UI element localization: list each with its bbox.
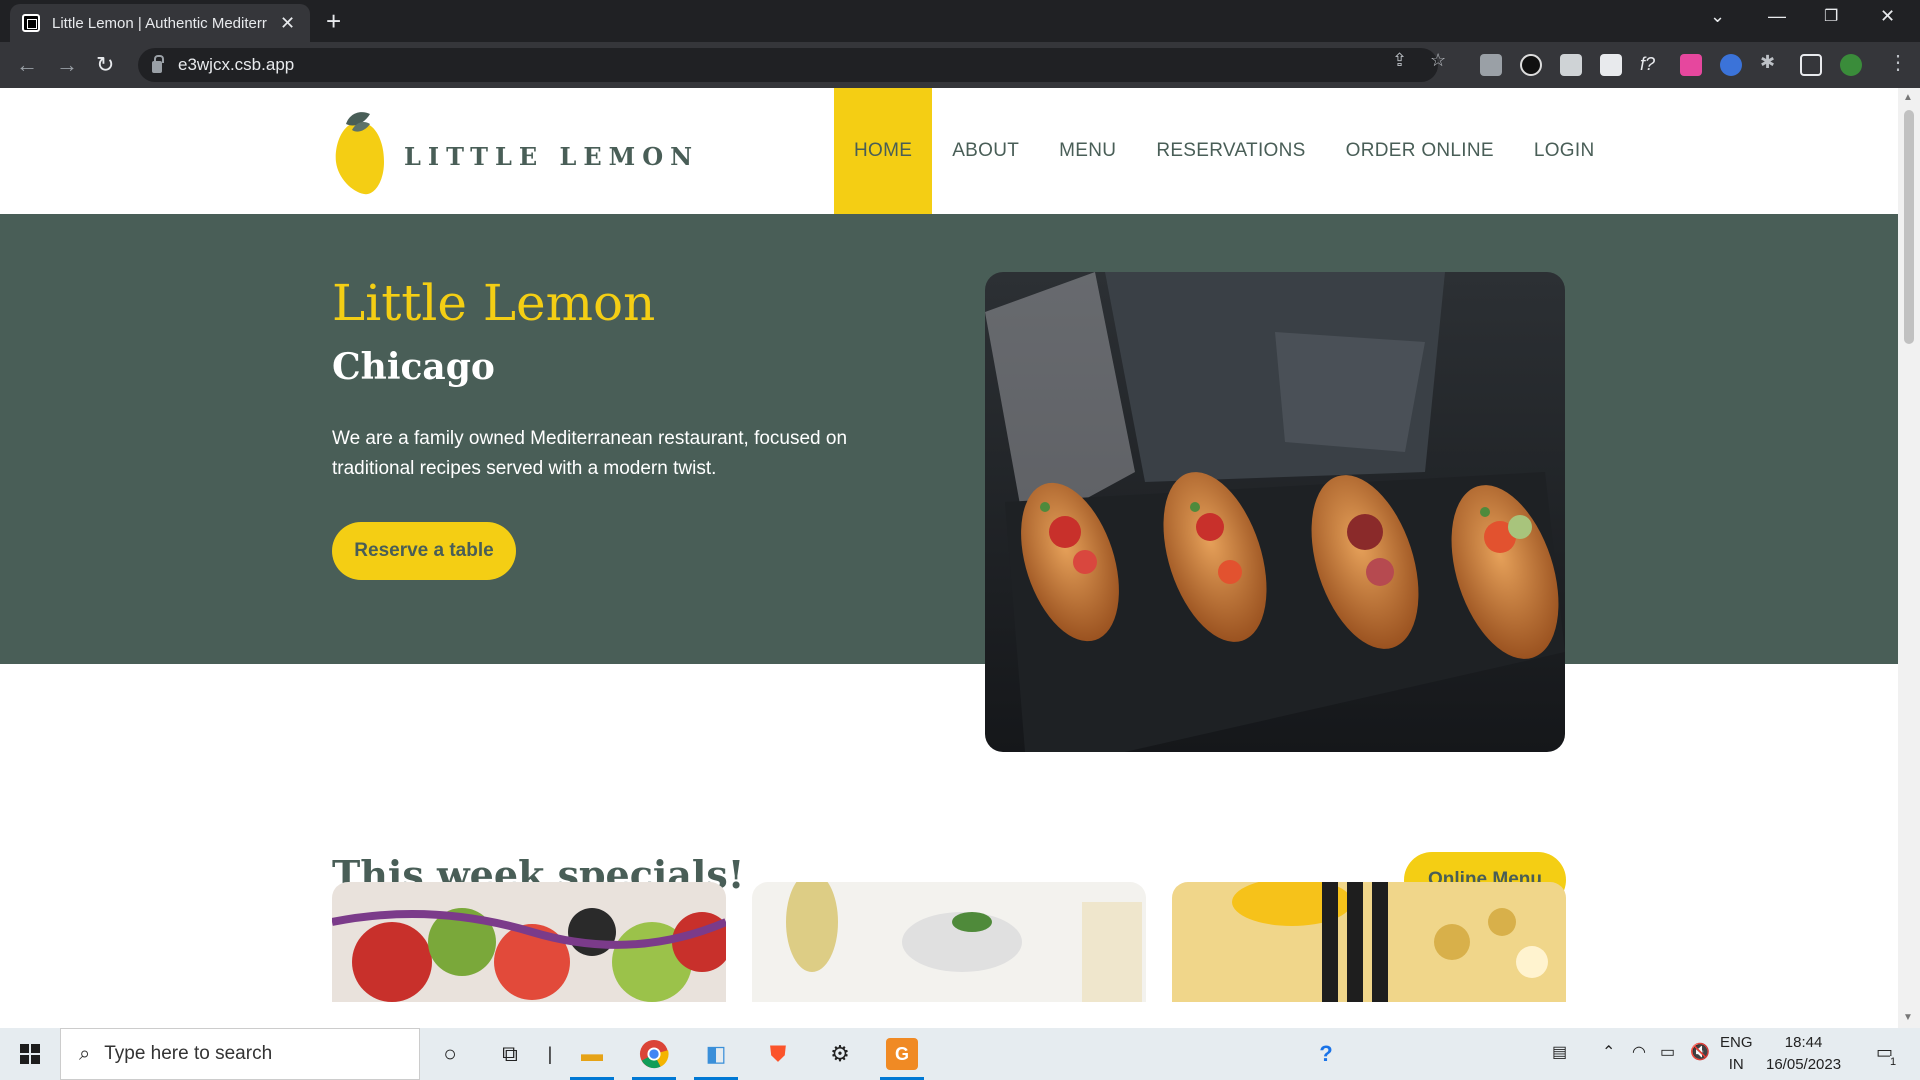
nav-reservations[interactable]: RESERVATIONS bbox=[1136, 88, 1325, 214]
side-panel-icon[interactable] bbox=[1800, 54, 1822, 76]
browser-toolbar: ← → ↻ e3wjcx.csb.app ⇪ ☆ f? ✱ ⋮ bbox=[0, 42, 1920, 88]
pdf-app-icon[interactable]: G bbox=[886, 1038, 918, 1070]
minimize-icon[interactable]: — bbox=[1768, 6, 1786, 27]
scroll-thumb[interactable] bbox=[1904, 110, 1914, 344]
language-indicator[interactable]: ENG IN bbox=[1720, 1032, 1753, 1076]
extensions-puzzle-icon[interactable]: ✱ bbox=[1760, 52, 1775, 73]
extension-formula-icon[interactable]: f? bbox=[1640, 54, 1662, 76]
hero-food-image bbox=[985, 272, 1565, 752]
hero-section: Little Lemon Chicago We are a family own… bbox=[0, 214, 1898, 664]
bruschetta-photo bbox=[985, 272, 1565, 752]
file-explorer-icon[interactable]: ▬ bbox=[576, 1038, 608, 1070]
tab-strip: Little Lemon | Authentic Mediterr ✕ + ⌄ … bbox=[0, 0, 1920, 42]
salad-photo bbox=[332, 882, 726, 1002]
dessert-photo bbox=[1172, 882, 1566, 1002]
browser-window: Little Lemon | Authentic Mediterr ✕ + ⌄ … bbox=[0, 0, 1920, 88]
greek-salad-image bbox=[332, 882, 726, 1002]
chrome-logo bbox=[639, 1039, 669, 1069]
bruschetta-card-image bbox=[752, 882, 1146, 1002]
profile-avatar-icon[interactable] bbox=[1840, 54, 1862, 76]
nav-order-online[interactable]: ORDER ONLINE bbox=[1326, 88, 1514, 214]
extension-b-icon[interactable] bbox=[1600, 54, 1622, 76]
help-question-icon[interactable]: ? bbox=[1310, 1038, 1342, 1070]
scroll-up-arrow-icon[interactable]: ▲ bbox=[1903, 92, 1913, 103]
nav-menu[interactable]: MENU bbox=[1039, 88, 1136, 214]
lemon-logo-icon bbox=[335, 112, 384, 195]
active-tab[interactable]: Little Lemon | Authentic Mediterr ✕ bbox=[10, 4, 310, 42]
taskbar-clock[interactable]: 18:44 16/05/2023 bbox=[1766, 1032, 1841, 1076]
share-icon[interactable]: ⇪ bbox=[1392, 50, 1407, 71]
bruschetta-card-photo bbox=[752, 882, 1146, 1002]
chrome-icon[interactable] bbox=[638, 1038, 670, 1070]
page-scrollbar[interactable]: ▲ ▼ bbox=[1898, 88, 1920, 1028]
search-icon: ⌕ bbox=[79, 1042, 91, 1065]
nav-login[interactable]: LOGIN bbox=[1514, 88, 1615, 214]
tab-title: Little Lemon | Authentic Mediterr bbox=[52, 14, 267, 32]
close-window-icon[interactable]: ✕ bbox=[1880, 6, 1895, 27]
extension-2-icon[interactable] bbox=[1520, 54, 1542, 76]
kebab-menu-icon[interactable]: ⋮ bbox=[1888, 50, 1908, 75]
news-widget-icon[interactable]: ▤ bbox=[1552, 1042, 1567, 1062]
windows-taskbar: ⌕ Type here to search ○ ⧉ | ▬ ◧ ⛊ ⚙ G ? … bbox=[0, 1028, 1920, 1080]
extension-6-icon[interactable] bbox=[1720, 54, 1742, 76]
main-nav: HOME ABOUT MENU RESERVATIONS ORDER ONLIN… bbox=[834, 88, 1614, 214]
settings-gear-icon[interactable]: ⚙ bbox=[824, 1038, 856, 1070]
battery-icon[interactable]: ▭ bbox=[1660, 1042, 1675, 1062]
tab-search-chevron-icon[interactable]: ⌄ bbox=[1710, 6, 1725, 27]
hero-subtitle: Chicago bbox=[332, 346, 495, 388]
logo[interactable]: LITTLE LEMON bbox=[332, 108, 699, 196]
logo-text: LITTLE LEMON bbox=[404, 141, 700, 171]
nav-home[interactable]: HOME bbox=[834, 88, 933, 214]
extension-3-icon[interactable] bbox=[1560, 54, 1582, 76]
forward-arrow-icon[interactable]: → bbox=[56, 52, 78, 78]
language-code: ENG bbox=[1720, 1034, 1753, 1051]
scroll-down-arrow-icon[interactable]: ▼ bbox=[1903, 1012, 1913, 1023]
reserve-table-button[interactable]: Reserve a table bbox=[332, 522, 516, 580]
cortana-circle-icon[interactable]: ○ bbox=[434, 1038, 466, 1070]
taskbar-search-placeholder[interactable]: Type here to search bbox=[104, 1043, 272, 1065]
address-bar[interactable]: e3wjcx.csb.app bbox=[138, 48, 1438, 82]
lock-icon[interactable] bbox=[152, 55, 164, 73]
brave-browser-icon[interactable]: ⛊ bbox=[762, 1038, 794, 1070]
tray-chevron-up-icon[interactable]: ⌃ bbox=[1602, 1042, 1615, 1062]
back-arrow-icon[interactable]: ← bbox=[16, 52, 38, 78]
hero-title: Little Lemon bbox=[332, 274, 656, 332]
task-view-icon[interactable]: ⧉ bbox=[494, 1038, 526, 1070]
clock-date: 16/05/2023 bbox=[1766, 1056, 1842, 1073]
restore-icon[interactable]: ❐ bbox=[1824, 6, 1838, 26]
lemon-dessert-image bbox=[1172, 882, 1566, 1002]
speaker-muted-icon[interactable]: 🔇 bbox=[1690, 1042, 1710, 1062]
notepad-app-icon[interactable]: ◧ bbox=[700, 1038, 732, 1070]
extension-1-icon[interactable] bbox=[1480, 54, 1502, 76]
hero-description: We are a family owned Mediterranean rest… bbox=[332, 428, 848, 479]
clock-time: 18:44 bbox=[1784, 1034, 1823, 1051]
region-code: IN bbox=[1728, 1056, 1744, 1073]
nav-about[interactable]: ABOUT bbox=[932, 88, 1039, 214]
new-tab-plus-icon[interactable]: + bbox=[326, 8, 341, 34]
codesandbox-favicon-icon bbox=[22, 14, 40, 32]
reload-icon[interactable]: ↻ bbox=[96, 52, 114, 78]
url-text[interactable]: e3wjcx.csb.app bbox=[178, 55, 294, 75]
wifi-icon[interactable]: ◠ bbox=[1632, 1042, 1646, 1062]
extension-5-icon[interactable] bbox=[1680, 54, 1702, 76]
bookmark-star-icon[interactable]: ☆ bbox=[1430, 50, 1446, 71]
notification-count-badge: 1 bbox=[1890, 1056, 1897, 1068]
site-header: LITTLE LEMON HOME ABOUT MENU RESERVATION… bbox=[0, 88, 1898, 214]
tab-close-icon[interactable]: ✕ bbox=[280, 13, 295, 34]
taskbar-search-box[interactable]: ⌕ Type here to search bbox=[60, 1028, 420, 1080]
windows-start-icon[interactable] bbox=[20, 1044, 40, 1064]
taskbar-divider-icon: | bbox=[547, 1043, 553, 1064]
web-page: LITTLE LEMON HOME ABOUT MENU RESERVATION… bbox=[0, 88, 1898, 1028]
